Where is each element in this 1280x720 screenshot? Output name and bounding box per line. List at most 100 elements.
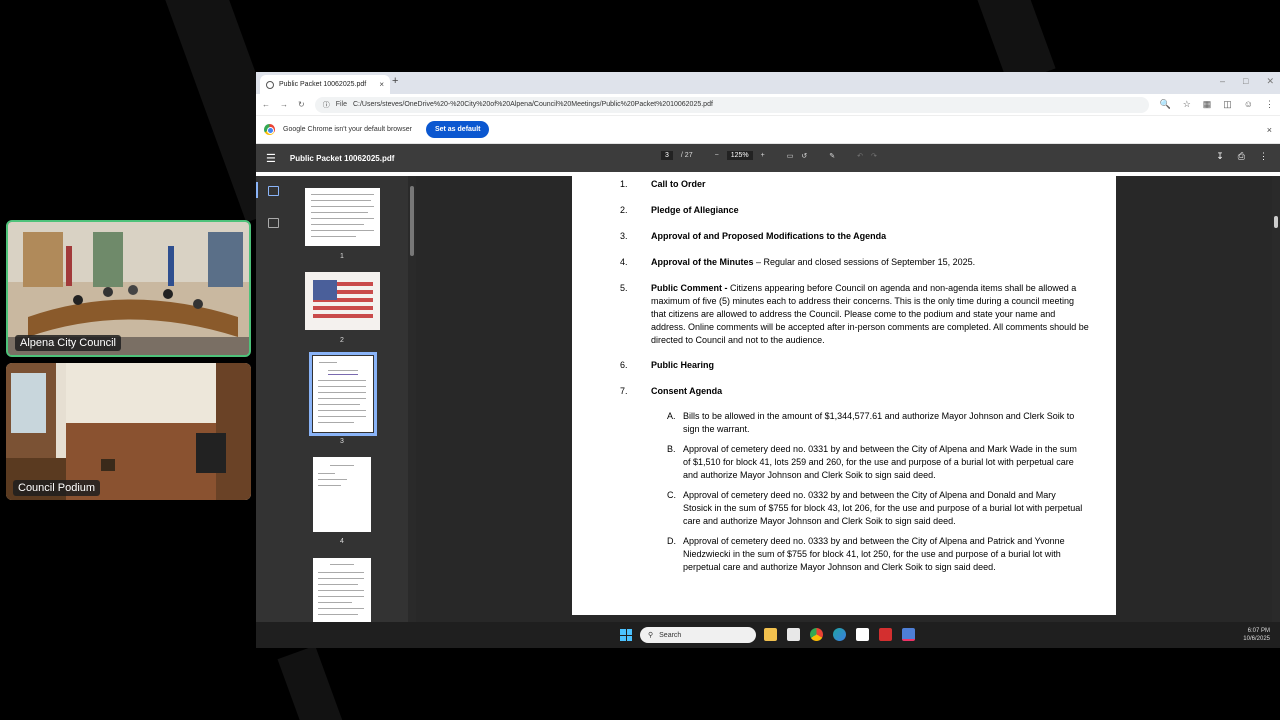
pdf-body: 1 2 3 4 1. Call to Order 2. Pledge of Al… <box>256 176 1280 622</box>
flag-image <box>305 272 380 330</box>
consent-item-text: Bills to be allowed in the amount of $1,… <box>683 411 1075 434</box>
sidebar-active-indicator <box>256 182 258 198</box>
zoom-icon[interactable]: 🔍 <box>1159 99 1170 110</box>
infobar-text: Google Chrome isn't your default browser <box>283 126 412 133</box>
bookmark-star-icon[interactable]: ☆ <box>1183 99 1191 110</box>
thumbnail-scroll-handle[interactable] <box>410 186 414 256</box>
g-app-icon[interactable] <box>856 628 869 641</box>
print-icon[interactable]: ⎙ <box>1238 151 1245 162</box>
thumbnail-panel: 1 2 3 4 <box>292 176 408 622</box>
forward-icon[interactable]: → <box>280 100 288 109</box>
address-prefix: File <box>335 101 347 108</box>
window-controls: – □ ✕ <box>1220 76 1274 87</box>
agenda-item-title: Consent Agenda <box>651 386 723 396</box>
cast-icon[interactable]: ◫ <box>1223 99 1232 110</box>
clock-time: 6:07 PM <box>1247 628 1270 634</box>
browser-window: Public Packet 10062025.pdf × + – □ ✕ ← →… <box>256 72 1280 648</box>
consent-item-text: Approval of cemetery deed no. 0332 by an… <box>683 490 1083 526</box>
consent-item-letter: C. <box>667 490 676 500</box>
thumbnail-number: 1 <box>340 253 344 260</box>
tab-pdf[interactable]: Public Packet 10062025.pdf × <box>260 75 390 94</box>
zoom-in-icon[interactable]: + <box>761 152 765 159</box>
more-icon[interactable]: ⋮ <box>1265 99 1274 110</box>
store-icon[interactable] <box>787 628 800 641</box>
acrobat-icon[interactable] <box>879 628 892 641</box>
info-icon[interactable]: ⓘ <box>323 100 330 110</box>
agenda-item-number: 7. <box>620 386 628 396</box>
search-icon: ⚲ <box>648 632 654 639</box>
profile-icon[interactable]: ☺ <box>1244 99 1253 110</box>
pdf-sidebar <box>256 176 292 622</box>
camera-feed-podium: Council Podium <box>6 363 251 500</box>
set-default-button[interactable]: Set as default <box>425 121 490 138</box>
camera-feed-council: Alpena City Council <box>6 220 251 357</box>
undo-icon[interactable]: ↶ <box>857 152 863 160</box>
thumbnails-icon[interactable] <box>268 186 279 196</box>
menu-icon[interactable]: ☰ <box>266 152 276 165</box>
consent-item-text: Approval of cemetery deed no. 0331 by an… <box>683 444 1077 480</box>
taskbar-search[interactable]: ⚲ Search <box>640 627 756 643</box>
outline-icon[interactable] <box>268 218 279 228</box>
tab-bar: Public Packet 10062025.pdf × + – □ ✕ <box>256 72 1280 94</box>
redo-icon[interactable]: ↷ <box>871 152 877 160</box>
more-options-icon[interactable]: ⋮ <box>1259 151 1268 162</box>
tab-title: Public Packet 10062025.pdf <box>279 81 367 88</box>
maximize-icon[interactable]: □ <box>1243 76 1248 87</box>
agenda-item-number: 1. <box>620 179 628 189</box>
chrome-icon[interactable] <box>810 628 823 641</box>
pdf-actions: ↧ ⎙ ⋮ <box>1216 151 1268 162</box>
agenda-item-title: Call to Order <box>651 179 706 189</box>
minimize-icon[interactable]: – <box>1220 76 1225 87</box>
zoom-input[interactable]: 125% <box>726 151 753 160</box>
agenda-item-title: Approval of and Proposed Modifications t… <box>651 231 887 241</box>
thumbnail-page-4[interactable] <box>313 457 371 532</box>
consent-item-text: Approval of cemetery deed no. 0333 by an… <box>683 536 1065 572</box>
agenda-item-number: 2. <box>620 205 628 215</box>
agenda-item-title: Public Comment - <box>651 283 731 293</box>
pdf-page: 1. Call to Order 2. Pledge of Allegiance… <box>572 176 1116 615</box>
clock-date: 10/6/2025 <box>1243 636 1270 642</box>
download-icon[interactable]: ↧ <box>1216 151 1224 162</box>
zoom-out-icon[interactable]: − <box>715 152 719 159</box>
thumbnail-page-1[interactable] <box>305 188 380 246</box>
agenda-item-title: Pledge of Allegiance <box>651 205 739 215</box>
annotate-icon[interactable]: ✎ <box>829 152 835 160</box>
reload-icon[interactable]: ↻ <box>298 100 305 109</box>
page-number-input[interactable]: 3 <box>661 151 673 160</box>
thumbnail-page-3[interactable] <box>309 352 377 436</box>
pdf-title: Public Packet 10062025.pdf <box>289 153 395 163</box>
address-actions: 🔍 ☆ ▦ ◫ ☺ ⋮ <box>1159 99 1274 110</box>
edge-icon[interactable] <box>833 628 846 641</box>
agenda-item-title: Public Hearing <box>651 360 715 370</box>
agenda-item-number: 5. <box>620 283 628 293</box>
close-tab-icon[interactable]: × <box>379 80 384 89</box>
document-scroll-handle[interactable] <box>1274 216 1278 228</box>
start-icon[interactable] <box>620 629 632 641</box>
rotate-icon[interactable]: ↺ <box>801 152 807 160</box>
default-browser-infobar: Google Chrome isn't your default browser… <box>256 116 1280 144</box>
page-total: / 27 <box>680 152 693 159</box>
document-scrollbar[interactable] <box>1272 176 1280 622</box>
close-window-icon[interactable]: ✕ <box>1266 76 1274 87</box>
fit-page-icon[interactable]: ▭ <box>787 152 794 160</box>
chrome-logo-icon <box>264 124 275 135</box>
active-app-icon[interactable] <box>902 628 915 641</box>
consent-item-letter: A. <box>667 411 676 421</box>
thumbnail-number: 4 <box>340 538 344 545</box>
agenda-item-number: 4. <box>620 257 628 267</box>
pdf-page-controls: 3 / 27 − 125% + ▭ ↺ ✎ ↶ ↷ <box>661 151 877 160</box>
close-infobar-icon[interactable]: × <box>1267 125 1272 135</box>
file-explorer-icon[interactable] <box>764 628 777 641</box>
thumbnail-page-5[interactable] <box>313 558 371 622</box>
address-url[interactable]: C:/Users/steves/OneDrive%20-%20City%20of… <box>353 101 713 108</box>
feed-label: Council Podium <box>13 480 101 496</box>
extensions-icon[interactable]: ▦ <box>1203 99 1212 110</box>
taskbar-clock[interactable]: 6:07 PM 10/6/2025 <box>1243 627 1270 643</box>
thumbnail-scrollbar[interactable] <box>408 176 416 622</box>
thumbnail-page-2[interactable] <box>305 272 380 330</box>
new-tab-button[interactable]: + <box>392 75 398 87</box>
agenda-item-title: Approval of the Minutes <box>651 257 754 267</box>
back-icon[interactable]: ← <box>262 100 270 109</box>
search-placeholder: Search <box>659 631 682 639</box>
omnibox[interactable]: ⓘ File C:/Users/steves/OneDrive%20-%20Ci… <box>314 96 1150 113</box>
